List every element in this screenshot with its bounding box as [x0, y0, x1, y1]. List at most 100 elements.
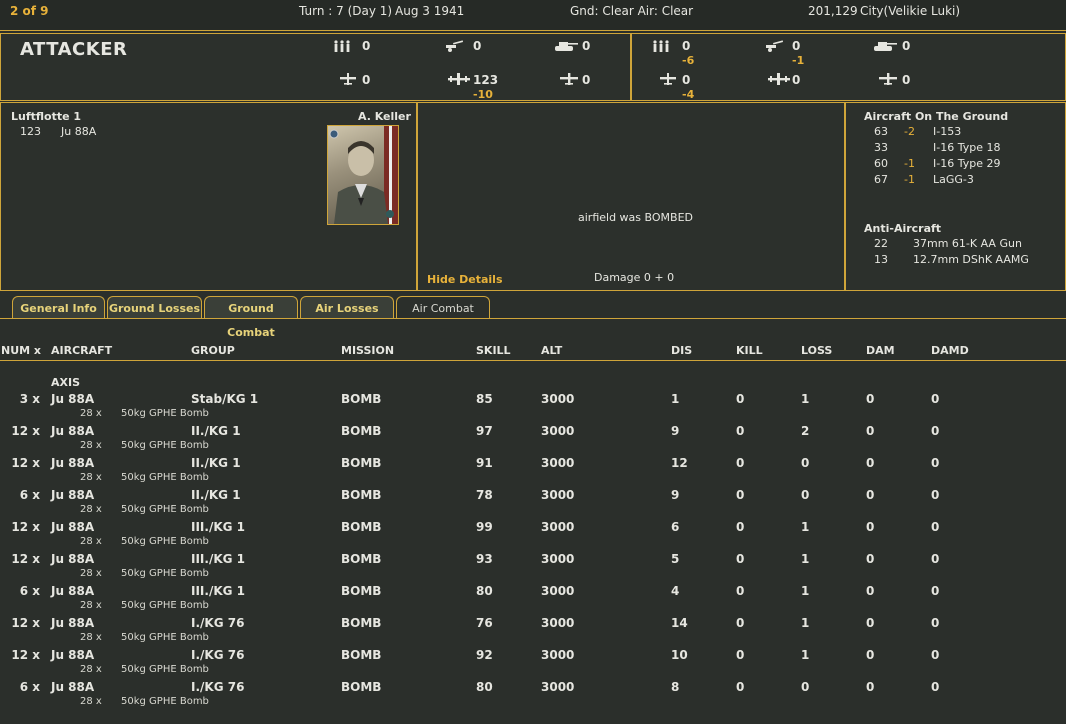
tab-air-losses[interactable]: Air Losses [300, 296, 394, 318]
weapon-name: 50kg GPHE Bomb [121, 600, 209, 611]
cell-num: 6 x [19, 488, 40, 502]
table-row[interactable]: 12 x Ju 88A II./KG 1 BOMB 91 3000 12 0 0 0 0 28 x 50… [0, 456, 1066, 488]
cell-kill: 0 [736, 584, 745, 598]
anti-aircraft-name: 37mm 61-K AA Gun [913, 237, 1022, 250]
cell-aircraft: Ju 88A [51, 520, 95, 534]
weapon-name: 50kg GPHE Bomb [121, 440, 209, 451]
hide-details-link[interactable]: Hide Details [427, 273, 503, 286]
attacker-bombers-loss: -10 [473, 88, 493, 101]
cell-kill: 0 [736, 520, 745, 534]
cell-dis: 9 [671, 424, 680, 438]
weapon-name: 50kg GPHE Bomb [121, 408, 209, 419]
column-header-aircraft[interactable]: AIRCRAFT [51, 344, 112, 357]
commander-portrait[interactable] [327, 125, 399, 225]
weapon-count: 28 x [80, 664, 102, 675]
cell-kill: 0 [736, 616, 745, 630]
cell-num: 12 x [11, 456, 40, 470]
column-header-alt[interactable]: ALT [541, 344, 562, 357]
tab-ground-losses[interactable]: Ground Losses [107, 296, 202, 318]
anti-aircraft-name: 12.7mm DShK AAMG [913, 253, 1029, 266]
cell-damd: 0 [931, 616, 940, 630]
ground-aircraft-loss: -2 [904, 125, 915, 138]
table-row[interactable]: 6 x Ju 88A III./KG 1 BOMB 80 3000 4 0 1 0 0 28 x 50k… [0, 584, 1066, 616]
table-row[interactable]: 12 x Ju 88A II./KG 1 BOMB 97 3000 9 0 2 0 0 28 x 50k… [0, 424, 1066, 456]
cell-num: 12 x [11, 424, 40, 438]
commander-name[interactable]: A. Keller [358, 110, 411, 123]
cell-alt: 3000 [541, 488, 575, 502]
tab-air-combat[interactable]: Air Combat [396, 296, 490, 318]
column-header-dis[interactable]: DIS [671, 344, 692, 357]
cell-damd: 0 [931, 520, 940, 534]
tank-icon [874, 42, 897, 51]
weapon-name: 50kg GPHE Bomb [121, 536, 209, 547]
defender-guns-loss: -1 [792, 54, 805, 67]
summary-title: ATTACKER [20, 39, 128, 60]
cell-dis: 1 [671, 392, 680, 406]
defender-tanks-value: 0 [902, 39, 911, 53]
cell-skill: 91 [476, 456, 493, 470]
cell-dam: 0 [866, 488, 875, 502]
table-row[interactable]: 3 x Ju 88A Stab/KG 1 BOMB 85 3000 1 0 1 0 0 28 x 50k… [0, 392, 1066, 424]
cell-group: III./KG 1 [191, 520, 246, 534]
table-row[interactable]: 6 x Ju 88A I./KG 76 BOMB 80 3000 8 0 0 0 0 28 x 50kg… [0, 680, 1066, 712]
cell-dam: 0 [866, 552, 875, 566]
cell-dam: 0 [866, 648, 875, 662]
cell-alt: 3000 [541, 648, 575, 662]
cell-loss: 1 [801, 520, 810, 534]
column-header-loss[interactable]: LOSS [801, 344, 832, 357]
ground-aircraft-name: I-16 Type 29 [933, 157, 1001, 170]
date-label: Aug 3 1941 [395, 4, 465, 18]
ground-aircraft-loss: -1 [904, 157, 915, 170]
column-header-kill[interactable]: KILL [736, 344, 763, 357]
attacker-other-air-value: 0 [582, 73, 591, 87]
cell-group: I./KG 76 [191, 680, 245, 694]
table-row[interactable]: 12 x Ju 88A I./KG 76 BOMB 76 3000 14 0 1 0 0 28 x 50… [0, 616, 1066, 648]
weapon-name: 50kg GPHE Bomb [121, 472, 209, 483]
cell-dis: 10 [671, 648, 688, 662]
weapon-count: 28 x [80, 696, 102, 707]
ground-aircraft-name: LaGG-3 [933, 173, 974, 186]
cell-aircraft: Ju 88A [51, 552, 95, 566]
cell-mission: BOMB [341, 552, 382, 566]
cell-group: III./KG 1 [191, 584, 246, 598]
cell-num: 6 x [19, 584, 40, 598]
table-row[interactable]: 12 x Ju 88A III./KG 1 BOMB 99 3000 6 0 1 0 0 28 x 50… [0, 520, 1066, 552]
cell-aircraft: Ju 88A [51, 616, 95, 630]
cell-damd: 0 [931, 456, 940, 470]
column-header-mission[interactable]: MISSION [341, 344, 394, 357]
cell-mission: BOMB [341, 616, 382, 630]
cell-group: II./KG 1 [191, 424, 241, 438]
cell-damd: 0 [931, 488, 940, 502]
cell-dam: 0 [866, 424, 875, 438]
column-header-damd[interactable]: DAMD [931, 344, 969, 357]
artillery-icon [766, 40, 784, 52]
tab-ground-combat[interactable]: Ground Combat [204, 296, 298, 339]
cell-dam: 0 [866, 680, 875, 694]
cell-damd: 0 [931, 584, 940, 598]
cell-mission: BOMB [341, 680, 382, 694]
cell-group: II./KG 1 [191, 488, 241, 502]
column-header-group[interactable]: GROUP [191, 344, 235, 357]
attacker-unit-name[interactable]: Luftflotte 1 [11, 110, 81, 123]
cell-dis: 14 [671, 616, 688, 630]
ground-aircraft-num: 60 [874, 157, 888, 170]
cell-dam: 0 [866, 392, 875, 406]
tab-general-info[interactable]: General Info [12, 296, 105, 318]
weapon-count: 28 x [80, 536, 102, 547]
location-label: City(Velikie Luki) [860, 4, 961, 18]
fighter-icon [340, 73, 356, 85]
table-row[interactable]: 12 x Ju 88A I./KG 76 BOMB 92 3000 10 0 1 0 0 28 x 50… [0, 648, 1066, 680]
cell-num: 6 x [19, 680, 40, 694]
defender-fighters-value: 0 [682, 73, 691, 87]
column-header-num[interactable]: NUM x [1, 344, 41, 357]
table-row[interactable]: 12 x Ju 88A III./KG 1 BOMB 93 3000 5 0 1 0 0 28 x 50… [0, 552, 1066, 584]
page-counter[interactable]: 2 of 9 [10, 4, 49, 18]
column-header-skill[interactable]: SKILL [476, 344, 511, 357]
cell-skill: 99 [476, 520, 493, 534]
cell-loss: 2 [801, 424, 810, 438]
cell-loss: 1 [801, 648, 810, 662]
cell-num: 12 x [11, 648, 40, 662]
column-header-dam[interactable]: DAM [866, 344, 895, 357]
cell-kill: 0 [736, 648, 745, 662]
table-row[interactable]: 6 x Ju 88A II./KG 1 BOMB 78 3000 9 0 0 0 0 28 x 50kg… [0, 488, 1066, 520]
